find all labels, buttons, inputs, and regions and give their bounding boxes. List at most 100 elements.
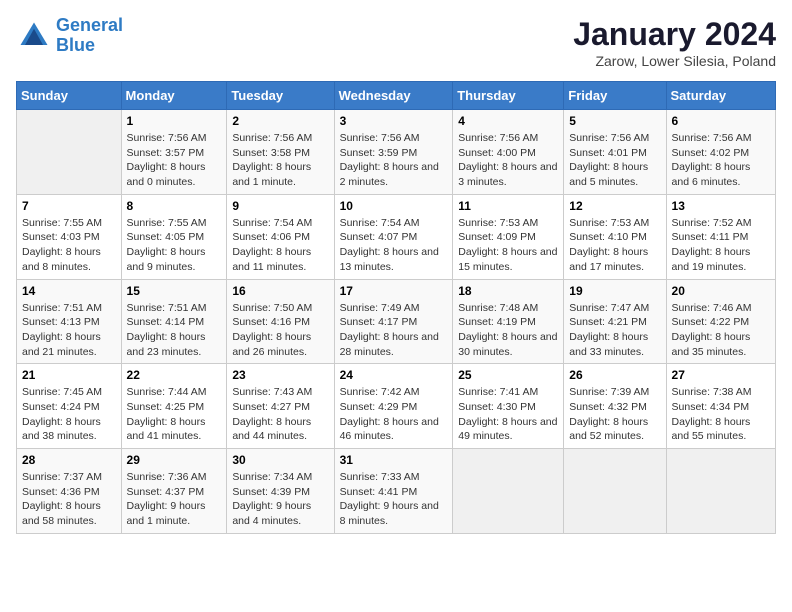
- daylight-text: Daylight: 9 hours and 1 minute.: [127, 499, 222, 528]
- day-info: Sunrise: 7:56 AM Sunset: 4:01 PM Dayligh…: [569, 131, 660, 190]
- daylight-text: Daylight: 8 hours and 58 minutes.: [22, 499, 116, 528]
- sunrise-text: Sunrise: 7:33 AM: [340, 470, 448, 485]
- calendar-cell: 20 Sunrise: 7:46 AM Sunset: 4:22 PM Dayl…: [666, 279, 775, 364]
- day-number: 18: [458, 284, 558, 298]
- daylight-text: Daylight: 8 hours and 0 minutes.: [127, 160, 222, 189]
- daylight-text: Daylight: 8 hours and 52 minutes.: [569, 415, 660, 444]
- sunset-text: Sunset: 4:24 PM: [22, 400, 116, 415]
- sunset-text: Sunset: 4:32 PM: [569, 400, 660, 415]
- day-number: 17: [340, 284, 448, 298]
- day-number: 16: [232, 284, 328, 298]
- sunset-text: Sunset: 4:07 PM: [340, 230, 448, 245]
- calendar-week-5: 28 Sunrise: 7:37 AM Sunset: 4:36 PM Dayl…: [17, 449, 776, 534]
- sunrise-text: Sunrise: 7:55 AM: [22, 216, 116, 231]
- sunset-text: Sunset: 4:09 PM: [458, 230, 558, 245]
- day-info: Sunrise: 7:51 AM Sunset: 4:14 PM Dayligh…: [127, 301, 222, 360]
- day-info: Sunrise: 7:34 AM Sunset: 4:39 PM Dayligh…: [232, 470, 328, 529]
- daylight-text: Daylight: 8 hours and 26 minutes.: [232, 330, 328, 359]
- sunset-text: Sunset: 4:00 PM: [458, 146, 558, 161]
- calendar-cell: 14 Sunrise: 7:51 AM Sunset: 4:13 PM Dayl…: [17, 279, 122, 364]
- sunset-text: Sunset: 4:06 PM: [232, 230, 328, 245]
- daylight-text: Daylight: 8 hours and 49 minutes.: [458, 415, 558, 444]
- day-number: 7: [22, 199, 116, 213]
- calendar-cell: 8 Sunrise: 7:55 AM Sunset: 4:05 PM Dayli…: [121, 194, 227, 279]
- daylight-text: Daylight: 8 hours and 8 minutes.: [22, 245, 116, 274]
- sunrise-text: Sunrise: 7:54 AM: [232, 216, 328, 231]
- sunset-text: Sunset: 3:58 PM: [232, 146, 328, 161]
- header-monday: Monday: [121, 82, 227, 110]
- sunrise-text: Sunrise: 7:47 AM: [569, 301, 660, 316]
- sunrise-text: Sunrise: 7:55 AM: [127, 216, 222, 231]
- day-info: Sunrise: 7:54 AM Sunset: 4:07 PM Dayligh…: [340, 216, 448, 275]
- month-title: January 2024: [573, 16, 776, 53]
- calendar-cell: 30 Sunrise: 7:34 AM Sunset: 4:39 PM Dayl…: [227, 449, 334, 534]
- day-number: 3: [340, 114, 448, 128]
- sunrise-text: Sunrise: 7:45 AM: [22, 385, 116, 400]
- daylight-text: Daylight: 8 hours and 33 minutes.: [569, 330, 660, 359]
- calendar-cell: [453, 449, 564, 534]
- calendar-cell: 2 Sunrise: 7:56 AM Sunset: 3:58 PM Dayli…: [227, 110, 334, 195]
- daylight-text: Daylight: 8 hours and 41 minutes.: [127, 415, 222, 444]
- sunrise-text: Sunrise: 7:52 AM: [672, 216, 770, 231]
- logo-line1: General: [56, 15, 123, 35]
- day-info: Sunrise: 7:56 AM Sunset: 3:59 PM Dayligh…: [340, 131, 448, 190]
- sunset-text: Sunset: 4:01 PM: [569, 146, 660, 161]
- calendar-cell: 10 Sunrise: 7:54 AM Sunset: 4:07 PM Dayl…: [334, 194, 453, 279]
- day-number: 2: [232, 114, 328, 128]
- calendar-cell: 15 Sunrise: 7:51 AM Sunset: 4:14 PM Dayl…: [121, 279, 227, 364]
- sunrise-text: Sunrise: 7:37 AM: [22, 470, 116, 485]
- sunrise-text: Sunrise: 7:56 AM: [340, 131, 448, 146]
- sunrise-text: Sunrise: 7:39 AM: [569, 385, 660, 400]
- title-block: January 2024 Zarow, Lower Silesia, Polan…: [573, 16, 776, 69]
- sunset-text: Sunset: 4:11 PM: [672, 230, 770, 245]
- location-subtitle: Zarow, Lower Silesia, Poland: [573, 53, 776, 69]
- day-number: 15: [127, 284, 222, 298]
- logo: General Blue: [16, 16, 123, 56]
- header-wednesday: Wednesday: [334, 82, 453, 110]
- day-number: 27: [672, 368, 770, 382]
- day-number: 12: [569, 199, 660, 213]
- day-info: Sunrise: 7:45 AM Sunset: 4:24 PM Dayligh…: [22, 385, 116, 444]
- header-sunday: Sunday: [17, 82, 122, 110]
- sunset-text: Sunset: 4:36 PM: [22, 485, 116, 500]
- calendar-cell: 21 Sunrise: 7:45 AM Sunset: 4:24 PM Dayl…: [17, 364, 122, 449]
- calendar-cell: 12 Sunrise: 7:53 AM Sunset: 4:10 PM Dayl…: [564, 194, 666, 279]
- sunset-text: Sunset: 4:19 PM: [458, 315, 558, 330]
- calendar-cell: 25 Sunrise: 7:41 AM Sunset: 4:30 PM Dayl…: [453, 364, 564, 449]
- day-number: 22: [127, 368, 222, 382]
- calendar-cell: 24 Sunrise: 7:42 AM Sunset: 4:29 PM Dayl…: [334, 364, 453, 449]
- sunrise-text: Sunrise: 7:56 AM: [672, 131, 770, 146]
- day-info: Sunrise: 7:44 AM Sunset: 4:25 PM Dayligh…: [127, 385, 222, 444]
- calendar-cell: 13 Sunrise: 7:52 AM Sunset: 4:11 PM Dayl…: [666, 194, 775, 279]
- calendar-cell: 11 Sunrise: 7:53 AM Sunset: 4:09 PM Dayl…: [453, 194, 564, 279]
- daylight-text: Daylight: 8 hours and 55 minutes.: [672, 415, 770, 444]
- sunset-text: Sunset: 4:39 PM: [232, 485, 328, 500]
- day-info: Sunrise: 7:55 AM Sunset: 4:03 PM Dayligh…: [22, 216, 116, 275]
- weekday-header-row: Sunday Monday Tuesday Wednesday Thursday…: [17, 82, 776, 110]
- day-info: Sunrise: 7:56 AM Sunset: 4:00 PM Dayligh…: [458, 131, 558, 190]
- sunrise-text: Sunrise: 7:53 AM: [458, 216, 558, 231]
- sunrise-text: Sunrise: 7:43 AM: [232, 385, 328, 400]
- calendar-cell: 3 Sunrise: 7:56 AM Sunset: 3:59 PM Dayli…: [334, 110, 453, 195]
- sunset-text: Sunset: 4:22 PM: [672, 315, 770, 330]
- daylight-text: Daylight: 8 hours and 3 minutes.: [458, 160, 558, 189]
- sunset-text: Sunset: 4:10 PM: [569, 230, 660, 245]
- calendar-cell: [564, 449, 666, 534]
- daylight-text: Daylight: 8 hours and 6 minutes.: [672, 160, 770, 189]
- sunrise-text: Sunrise: 7:56 AM: [232, 131, 328, 146]
- day-number: 13: [672, 199, 770, 213]
- sunset-text: Sunset: 3:59 PM: [340, 146, 448, 161]
- daylight-text: Daylight: 8 hours and 1 minute.: [232, 160, 328, 189]
- header-thursday: Thursday: [453, 82, 564, 110]
- day-number: 30: [232, 453, 328, 467]
- logo-line2: Blue: [56, 35, 95, 55]
- sunrise-text: Sunrise: 7:53 AM: [569, 216, 660, 231]
- daylight-text: Daylight: 9 hours and 4 minutes.: [232, 499, 328, 528]
- sunset-text: Sunset: 4:14 PM: [127, 315, 222, 330]
- header-tuesday: Tuesday: [227, 82, 334, 110]
- daylight-text: Daylight: 8 hours and 46 minutes.: [340, 415, 448, 444]
- day-number: 19: [569, 284, 660, 298]
- day-number: 31: [340, 453, 448, 467]
- calendar-cell: 19 Sunrise: 7:47 AM Sunset: 4:21 PM Dayl…: [564, 279, 666, 364]
- calendar-cell: 18 Sunrise: 7:48 AM Sunset: 4:19 PM Dayl…: [453, 279, 564, 364]
